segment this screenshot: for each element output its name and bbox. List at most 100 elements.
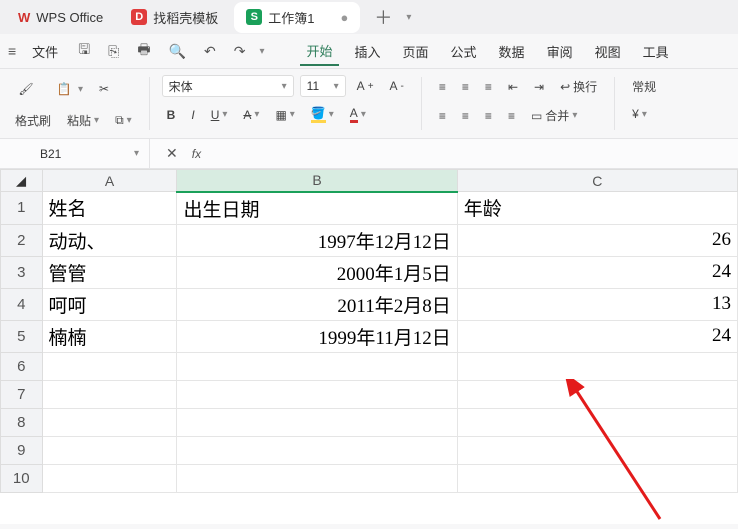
qat-dropdown[interactable]: ▾ xyxy=(259,46,264,57)
indent-inc-button[interactable]: ⇥ xyxy=(529,77,549,97)
cell[interactable]: 楠楠 xyxy=(42,320,177,352)
fill-color-button[interactable]: 🪣▾ xyxy=(306,103,339,126)
cancel-icon[interactable]: ✕ xyxy=(162,141,182,166)
border-button[interactable]: ▦▾ xyxy=(270,105,299,125)
increase-font-button[interactable]: A+ xyxy=(352,76,379,96)
row-header[interactable]: 6 xyxy=(1,352,43,380)
row-header[interactable]: 5 xyxy=(1,320,43,352)
format-painter-label[interactable]: 格式刷 xyxy=(10,109,56,132)
cell[interactable]: 26 xyxy=(457,224,737,256)
cell[interactable] xyxy=(177,352,457,380)
align-center-button[interactable]: ≡ xyxy=(457,106,474,126)
cell[interactable] xyxy=(42,352,177,380)
save-icon[interactable]: 🖫 xyxy=(74,35,94,67)
cell[interactable] xyxy=(177,436,457,464)
justify-button[interactable]: ≡ xyxy=(503,106,520,126)
cell[interactable]: 13 xyxy=(457,288,737,320)
decrease-font-button[interactable]: A- xyxy=(385,76,409,96)
cell[interactable]: 动动、 xyxy=(42,224,177,256)
align-bot-button[interactable]: ≡ xyxy=(480,77,497,97)
redo-icon[interactable]: ↷ xyxy=(230,39,250,64)
col-header-B[interactable]: B xyxy=(177,170,457,192)
number-format-select[interactable]: 常规 xyxy=(627,75,661,98)
cell[interactable] xyxy=(42,408,177,436)
print-icon[interactable]: 🖶 xyxy=(133,35,154,67)
export-icon[interactable]: ⎘ xyxy=(104,39,123,64)
file-menu[interactable]: 文件 xyxy=(26,38,64,65)
row-header[interactable]: 9 xyxy=(1,436,43,464)
font-color-button[interactable]: A▾ xyxy=(345,103,371,126)
cell[interactable]: 24 xyxy=(457,256,737,288)
cell[interactable] xyxy=(42,436,177,464)
fx-label[interactable]: fx xyxy=(192,147,201,161)
cell[interactable]: 1999年11月12日 xyxy=(177,320,457,352)
format-painter-button[interactable]: 🖌 xyxy=(10,75,42,103)
paste-label[interactable]: 粘贴▾ xyxy=(62,109,104,132)
cell[interactable]: 2000年1月5日 xyxy=(177,256,457,288)
new-tab-button[interactable]: ＋ xyxy=(364,4,402,30)
tab-data[interactable]: 数据 xyxy=(493,38,531,65)
row-header[interactable]: 10 xyxy=(1,464,43,492)
align-top-button[interactable]: ≡ xyxy=(434,77,451,97)
strike-button[interactable]: A▾ xyxy=(238,105,264,125)
tab-page[interactable]: 页面 xyxy=(397,38,435,65)
row-header[interactable]: 2 xyxy=(1,224,43,256)
cell[interactable] xyxy=(177,380,457,408)
cell[interactable] xyxy=(457,408,737,436)
tab-start[interactable]: 开始 xyxy=(300,37,338,66)
tab-wps-office[interactable]: W WPS Office xyxy=(6,4,115,31)
preview-icon[interactable]: 🔍 xyxy=(165,39,190,64)
cell[interactable]: 出生日期 xyxy=(177,192,457,225)
cell[interactable] xyxy=(42,464,177,492)
cell[interactable] xyxy=(457,436,737,464)
italic-button[interactable]: I xyxy=(186,105,199,125)
copy-button[interactable]: ⧉▾ xyxy=(110,110,137,131)
col-header-C[interactable]: C xyxy=(457,170,737,192)
align-left-button[interactable]: ≡ xyxy=(434,106,451,126)
tab-formula[interactable]: 公式 xyxy=(445,38,483,65)
tab-workbook[interactable]: S 工作簿1 ● xyxy=(234,2,360,33)
cell[interactable]: 姓名 xyxy=(42,192,177,225)
cell[interactable]: 24 xyxy=(457,320,737,352)
cell[interactable] xyxy=(177,464,457,492)
cell[interactable] xyxy=(42,380,177,408)
tab-review[interactable]: 审阅 xyxy=(541,38,579,65)
currency-button[interactable]: ¥▾ xyxy=(627,104,652,124)
cell[interactable]: 年龄 xyxy=(457,192,737,225)
underline-button[interactable]: U▾ xyxy=(206,105,233,125)
font-family-select[interactable]: 宋体▾ xyxy=(162,75,294,97)
undo-icon[interactable]: ↶ xyxy=(200,39,220,64)
tab-menu-dropdown[interactable]: ▾ xyxy=(406,12,411,23)
col-header-A[interactable]: A xyxy=(42,170,177,192)
indent-dec-button[interactable]: ⇤ xyxy=(503,77,523,97)
wrap-button[interactable]: ↩换行 xyxy=(555,75,602,98)
cell[interactable] xyxy=(457,464,737,492)
cell[interactable]: 2011年2月8日 xyxy=(177,288,457,320)
tab-tools[interactable]: 工具 xyxy=(637,38,675,65)
merge-button[interactable]: ▭合并▾ xyxy=(526,104,582,127)
name-box[interactable]: B21 ▾ xyxy=(0,139,150,168)
spreadsheet-grid[interactable]: ◢ A B C 1 姓名 出生日期 年龄 2 动动、 1997年12月12日 2… xyxy=(0,169,738,493)
row-header[interactable]: 4 xyxy=(1,288,43,320)
row-header[interactable]: 7 xyxy=(1,380,43,408)
cut-button[interactable]: ✂ xyxy=(94,79,114,99)
align-right-button[interactable]: ≡ xyxy=(480,106,497,126)
row-header[interactable]: 1 xyxy=(1,192,43,225)
cell[interactable]: 管管 xyxy=(42,256,177,288)
select-all-corner[interactable]: ◢ xyxy=(1,170,43,192)
row-header[interactable]: 8 xyxy=(1,408,43,436)
row-header[interactable]: 3 xyxy=(1,256,43,288)
bold-button[interactable]: B xyxy=(162,105,181,125)
cell[interactable] xyxy=(177,408,457,436)
font-size-select[interactable]: 11▾ xyxy=(300,75,346,97)
tab-view[interactable]: 视图 xyxy=(589,38,627,65)
tab-templates[interactable]: D 找稻壳模板 xyxy=(119,2,230,33)
menu-icon[interactable]: ≡ xyxy=(8,43,16,59)
cell[interactable] xyxy=(457,380,737,408)
paste-button[interactable]: 📋▾ xyxy=(48,75,88,103)
tab-insert[interactable]: 插入 xyxy=(349,38,387,65)
align-mid-button[interactable]: ≡ xyxy=(457,77,474,97)
cell[interactable]: 呵呵 xyxy=(42,288,177,320)
cell[interactable]: 1997年12月12日 xyxy=(177,224,457,256)
cell[interactable] xyxy=(457,352,737,380)
